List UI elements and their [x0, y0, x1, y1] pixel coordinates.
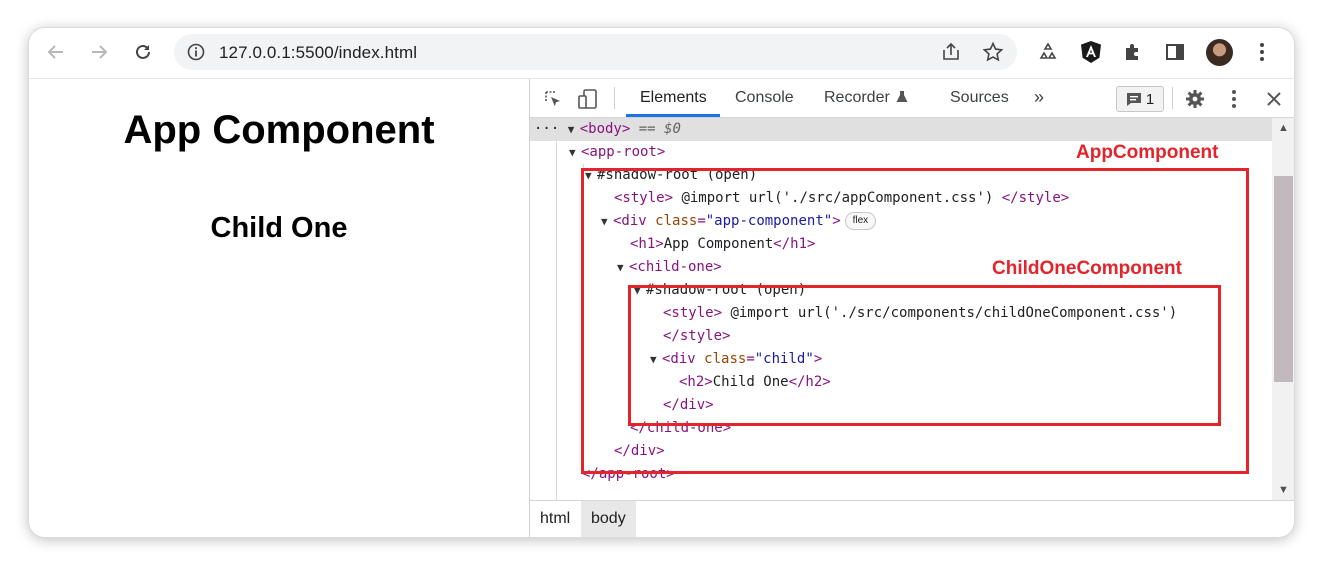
devtools-tabbar: Elements Console Recorder Sources » 1	[530, 79, 1294, 118]
scroll-up-arrow-icon[interactable]: ▲	[1278, 122, 1289, 134]
dom-selected-marker: == $0	[638, 121, 681, 137]
breadcrumb-body[interactable]: body	[581, 501, 636, 537]
child-one-component-highlight-box	[628, 285, 1221, 426]
dom-tag: <app-root>	[581, 144, 666, 160]
arrow-left-icon	[47, 45, 63, 59]
dom-tag: <body>	[579, 121, 631, 137]
tab-separator	[1172, 87, 1173, 109]
breadcrumb: html body	[530, 500, 1294, 537]
star-icon[interactable]	[982, 41, 1004, 63]
reload-icon	[136, 44, 150, 59]
breadcrumb-html[interactable]: html	[530, 501, 580, 537]
tab-elements[interactable]: Elements	[640, 89, 707, 107]
flask-icon	[896, 91, 908, 102]
dom-node-body[interactable]: ··· ▼ <body> == $0	[530, 118, 1272, 141]
scroll-thumb[interactable]	[1274, 176, 1293, 382]
gear-icon[interactable]	[1184, 88, 1206, 110]
dom-scrollbar[interactable]: ▲ ▼	[1272, 118, 1294, 500]
address-bar[interactable]: 127.0.0.1:5500/index.html	[174, 34, 1017, 70]
recycle-icon[interactable]	[1036, 40, 1060, 64]
forward-button[interactable]	[84, 37, 114, 67]
profile-avatar[interactable]	[1206, 39, 1233, 66]
active-tab-indicator	[626, 114, 720, 117]
kebab-menu-icon[interactable]	[1223, 88, 1245, 110]
info-icon[interactable]	[186, 42, 206, 62]
more-tabs-button[interactable]: »	[1034, 87, 1044, 108]
child-heading: Child One	[210, 212, 348, 244]
indent-guide	[556, 141, 557, 500]
dom-node-app-root[interactable]: ▼ <app-root>	[569, 141, 665, 164]
scroll-down-arrow-icon[interactable]: ▼	[1278, 484, 1289, 496]
back-button[interactable]	[41, 37, 71, 67]
share-icon[interactable]	[940, 41, 962, 63]
close-icon[interactable]	[1263, 88, 1285, 110]
tab-sources[interactable]: Sources	[950, 89, 1009, 107]
issues-button[interactable]: 1	[1116, 86, 1164, 112]
tab-console[interactable]: Console	[735, 89, 794, 107]
tab-separator	[614, 87, 615, 109]
browser-toolbar: 127.0.0.1:5500/index.html	[29, 28, 1294, 79]
url-text[interactable]: 127.0.0.1:5500/index.html	[219, 43, 417, 63]
device-toolbar-icon[interactable]	[577, 88, 599, 110]
message-icon	[1126, 92, 1141, 106]
reload-button[interactable]	[128, 37, 158, 67]
side-panel-icon[interactable]	[1163, 40, 1187, 64]
child-one-component-annotation: ChildOneComponent	[992, 258, 1182, 279]
puzzle-icon[interactable]	[1121, 40, 1145, 64]
kebab-menu-icon[interactable]	[1250, 40, 1274, 64]
app-component-annotation: AppComponent	[1076, 142, 1219, 163]
tab-recorder-label: Recorder	[824, 89, 890, 106]
page-heading: App Component	[123, 108, 435, 152]
arrow-right-icon	[92, 45, 108, 59]
rendered-page: App Component Child One	[29, 79, 529, 537]
inspect-element-icon[interactable]	[542, 88, 564, 110]
angular-icon[interactable]	[1079, 40, 1103, 64]
tab-recorder[interactable]: Recorder	[824, 89, 908, 107]
issues-count: 1	[1145, 90, 1155, 108]
